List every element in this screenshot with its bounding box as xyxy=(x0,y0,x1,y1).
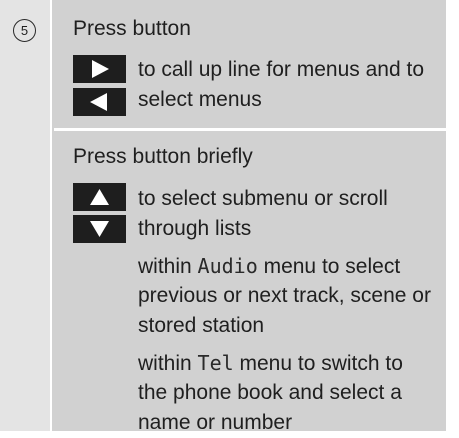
arrow-left-key xyxy=(73,88,126,116)
number-column xyxy=(0,0,52,431)
tel-line1: within Tel menu to switch to xyxy=(138,348,403,379)
row1-description-line2: select menus xyxy=(138,88,262,111)
row2-description-line1: to select submenu or scroll xyxy=(138,187,388,210)
tel-line3: name or number xyxy=(138,411,293,434)
audio-line2: previous or next track, scene or xyxy=(138,284,431,307)
tel-menu-name: Tel xyxy=(197,351,234,375)
audio-line3: stored station xyxy=(138,314,265,337)
arrow-right-key xyxy=(73,55,126,83)
audio-line1: within Audio menu to select xyxy=(138,251,400,282)
row-divider xyxy=(54,128,446,131)
tel-suffix: menu to switch to xyxy=(233,352,403,375)
audio-suffix: menu to select xyxy=(257,255,401,278)
arrow-up-key xyxy=(73,183,126,211)
instruction-table: 5 Press button to call up line for menus… xyxy=(0,0,446,434)
arrow-right-icon xyxy=(92,60,109,78)
arrow-down-key xyxy=(73,215,126,243)
tel-prefix: within xyxy=(138,352,198,375)
step-number: 5 xyxy=(13,19,36,42)
manual-page: 5 Press button to call up line for menus… xyxy=(0,0,459,434)
arrow-down-icon xyxy=(90,221,109,237)
audio-prefix: within xyxy=(138,255,198,278)
audio-menu-name: Audio xyxy=(197,254,258,278)
row2-description-line2: through lists xyxy=(138,217,252,240)
row1-description-line1: to call up line for menus and to xyxy=(138,58,425,81)
arrow-left-icon xyxy=(90,93,107,111)
arrow-up-icon xyxy=(90,189,109,205)
row2-instruction: Press button briefly xyxy=(73,145,253,168)
row1-instruction: Press button xyxy=(73,17,191,40)
tel-line2: the phone book and select a xyxy=(138,381,402,404)
